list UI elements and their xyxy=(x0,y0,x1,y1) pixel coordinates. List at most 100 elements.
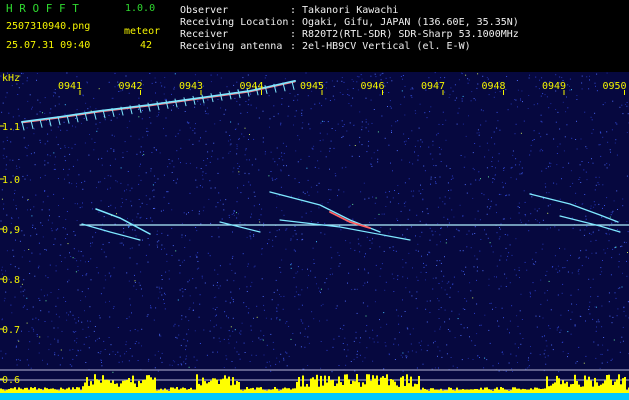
level-bar xyxy=(590,380,592,393)
level-bar xyxy=(474,389,476,393)
level-bar xyxy=(258,387,260,393)
level-bar xyxy=(8,389,10,393)
level-bar xyxy=(432,388,434,393)
level-bar xyxy=(528,389,530,393)
level-bar xyxy=(294,388,296,393)
level-bar xyxy=(30,387,32,393)
level-bar xyxy=(274,387,276,393)
level-bar xyxy=(196,374,198,393)
spectrogram-background xyxy=(0,72,629,400)
level-bar xyxy=(92,384,94,393)
level-bar xyxy=(562,380,564,393)
level-bar xyxy=(574,374,576,393)
level-baseline xyxy=(0,393,629,400)
level-bar xyxy=(356,374,358,393)
level-bar xyxy=(470,389,472,393)
level-bar xyxy=(314,379,316,393)
level-bar xyxy=(232,377,234,393)
level-bar xyxy=(506,390,508,393)
level-bar xyxy=(420,390,422,393)
level-bar xyxy=(414,383,416,393)
level-bar xyxy=(126,380,128,393)
level-bar xyxy=(534,387,536,393)
level-bar xyxy=(98,380,100,393)
y-tick-label: 1.0 xyxy=(2,175,20,186)
level-bar xyxy=(272,389,274,393)
level-bar xyxy=(518,388,520,393)
y-tick-label: 0.8 xyxy=(2,275,20,286)
level-bar xyxy=(172,387,174,393)
level-bar xyxy=(130,382,132,393)
level-bar xyxy=(102,375,104,393)
level-bar xyxy=(422,387,424,393)
level-bar xyxy=(436,389,438,393)
level-bar xyxy=(406,374,408,393)
level-bar xyxy=(216,379,218,393)
level-bar xyxy=(186,389,188,393)
level-bar xyxy=(558,378,560,393)
level-bar xyxy=(204,381,206,393)
info-label-location: Receiving Location xyxy=(180,17,289,28)
level-bar xyxy=(614,381,616,393)
x-tick-label: 0950 xyxy=(602,81,626,92)
level-bar xyxy=(404,386,406,393)
level-bar xyxy=(76,387,78,393)
x-tick-label: 0946 xyxy=(360,81,384,92)
level-bar xyxy=(262,389,264,393)
level-bar xyxy=(14,387,16,393)
level-bar xyxy=(502,387,504,393)
level-bar xyxy=(138,380,140,393)
info-label-observer: Observer xyxy=(180,5,229,16)
level-bar xyxy=(298,377,300,393)
level-bar xyxy=(278,390,280,393)
level-bar xyxy=(576,381,578,393)
level-bar xyxy=(270,390,272,393)
level-bar xyxy=(220,379,222,393)
x-tick-label: 0944 xyxy=(239,81,263,92)
y-tick-label: 1.1 xyxy=(2,122,20,133)
level-bar xyxy=(44,387,46,393)
y-tick-label: 0.9 xyxy=(2,225,20,236)
level-bar xyxy=(244,389,246,393)
level-bar xyxy=(580,386,582,393)
level-bar xyxy=(584,375,586,393)
level-bar xyxy=(302,375,304,393)
x-tick-label: 0947 xyxy=(421,81,445,92)
level-bar xyxy=(276,388,278,393)
level-bar xyxy=(390,379,392,393)
level-bar xyxy=(542,388,544,393)
level-bar xyxy=(84,382,86,393)
level-bar xyxy=(370,380,372,393)
file-name: 2507310940.png xyxy=(6,21,91,32)
level-bar xyxy=(466,389,468,393)
level-bar xyxy=(146,375,148,393)
level-bar xyxy=(408,383,410,393)
level-bar xyxy=(228,376,230,393)
level-bar xyxy=(426,389,428,393)
level-bar xyxy=(78,387,80,393)
level-bar xyxy=(106,379,108,393)
app-version: 1.0.0 xyxy=(125,3,156,14)
level-bar xyxy=(64,389,66,393)
level-bar xyxy=(620,384,622,393)
level-bar xyxy=(454,390,456,393)
level-bar xyxy=(188,389,190,393)
level-bar xyxy=(604,380,606,393)
level-bar xyxy=(358,382,360,393)
level-bar xyxy=(396,385,398,393)
level-bar xyxy=(442,390,444,393)
level-bar xyxy=(110,382,112,393)
level-bar xyxy=(152,379,154,393)
level-bar xyxy=(214,378,216,393)
level-bar xyxy=(530,388,532,393)
level-bar xyxy=(468,389,470,393)
level-bar xyxy=(284,387,286,393)
level-bar xyxy=(380,377,382,393)
level-bar xyxy=(398,386,400,393)
level-bar xyxy=(18,387,20,393)
level-bar xyxy=(362,382,364,393)
level-bar xyxy=(250,388,252,393)
level-bar xyxy=(180,388,182,393)
level-bar xyxy=(318,386,320,393)
level-bar xyxy=(622,378,624,393)
